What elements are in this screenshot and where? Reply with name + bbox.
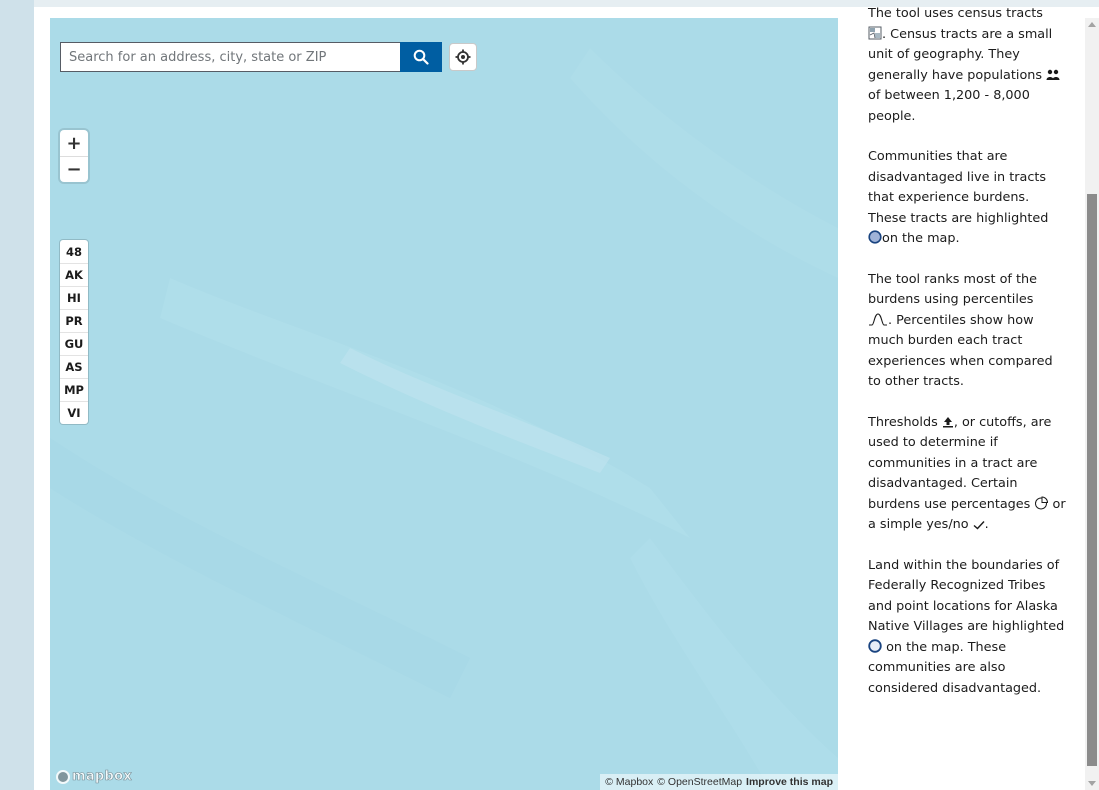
territory-button-pr[interactable]: PR	[60, 309, 88, 332]
paragraph-text: Communities that are disadvantaged live …	[868, 149, 1049, 226]
territory-button-vi[interactable]: VI	[60, 401, 88, 424]
tribal-highlight-icon	[868, 638, 882, 653]
paragraph-text: . Percentiles show how much burden each …	[868, 312, 1053, 390]
territory-button-gu[interactable]: GU	[60, 332, 88, 355]
window-top-strip	[34, 0, 1099, 7]
search-button[interactable]	[400, 42, 442, 72]
paragraph-text: .	[984, 517, 989, 532]
map-terrain-texture	[50, 48, 838, 790]
mapbox-attribution-link[interactable]: © Mapbox	[605, 776, 653, 788]
percentile-bell-curve-icon	[869, 312, 887, 326]
crosshair-location-icon	[455, 49, 471, 65]
paragraph-text: on the map. These communities are also c…	[868, 639, 1042, 696]
census-tracts-paragraph: The tool uses census tracts . Census tra…	[868, 7, 1068, 127]
population-icon	[1046, 69, 1060, 80]
info-side-panel: The tool uses census tracts . Census tra…	[858, 7, 1084, 790]
territory-focus-controls: 48 AK HI PR GU AS MP VI	[60, 240, 88, 424]
search-icon	[413, 49, 429, 65]
scroll-up-arrow-icon[interactable]	[1088, 22, 1096, 27]
mapbox-logo[interactable]: mapbox	[56, 769, 132, 784]
window-left-margin	[0, 0, 34, 790]
disadvantaged-paragraph: Communities that are disadvantaged live …	[868, 147, 1068, 250]
zoom-in-button[interactable]: +	[60, 130, 88, 156]
panel-content: The tool uses census tracts . Census tra…	[868, 7, 1068, 719]
paragraph-text: Thresholds	[868, 414, 938, 430]
paragraph-text: of between 1,200 - 8,000 people.	[868, 88, 1030, 124]
osm-attribution-link[interactable]: © OpenStreetMap	[657, 776, 742, 788]
mapbox-logo-icon	[56, 769, 70, 784]
percentiles-paragraph: The tool ranks most of the burdens using…	[868, 270, 1068, 393]
geolocate-button[interactable]	[449, 43, 477, 71]
territory-button-ak[interactable]: AK	[60, 263, 88, 286]
panel-scrollbar[interactable]	[1085, 18, 1099, 790]
zoom-out-button[interactable]: −	[60, 156, 88, 182]
paragraph-text: on the map.	[882, 231, 960, 246]
search-bar	[60, 42, 477, 72]
zoom-controls: + −	[60, 130, 88, 182]
territory-button-as[interactable]: AS	[60, 355, 88, 378]
paragraph-text: Land within the boundaries of Federally …	[868, 557, 1065, 635]
search-input[interactable]	[60, 42, 400, 72]
improve-map-link[interactable]: Improve this map	[746, 776, 833, 788]
paragraph-text: The tool ranks most of the burdens using…	[868, 271, 1037, 308]
highlighted-tract-icon	[868, 230, 882, 244]
percentage-pie-icon	[1035, 495, 1049, 509]
scroll-down-arrow-icon[interactable]	[1088, 781, 1096, 786]
map-attribution: © Mapbox © OpenStreetMap Improve this ma…	[600, 774, 838, 790]
threshold-icon	[942, 416, 953, 427]
census-tract-icon	[868, 26, 882, 39]
paragraph-text: . Census tracts are a small unit of geog…	[868, 26, 1053, 83]
tribal-lands-paragraph: Land within the boundaries of Federally …	[868, 556, 1068, 700]
checkmark-icon	[973, 521, 985, 530]
paragraph-text: The tool uses census tracts	[868, 7, 1043, 21]
territory-button-mp[interactable]: MP	[60, 378, 88, 401]
map-canvas[interactable]: + − 48 AK HI PR GU AS MP VI mapbox © Map…	[50, 18, 838, 790]
scroll-thumb[interactable]	[1087, 194, 1097, 766]
territory-button-hi[interactable]: HI	[60, 286, 88, 309]
territory-button-48[interactable]: 48	[60, 240, 88, 263]
mapbox-logo-text: mapbox	[72, 769, 133, 785]
thresholds-paragraph: Thresholds , or cutoffs, are used to det…	[868, 413, 1068, 536]
